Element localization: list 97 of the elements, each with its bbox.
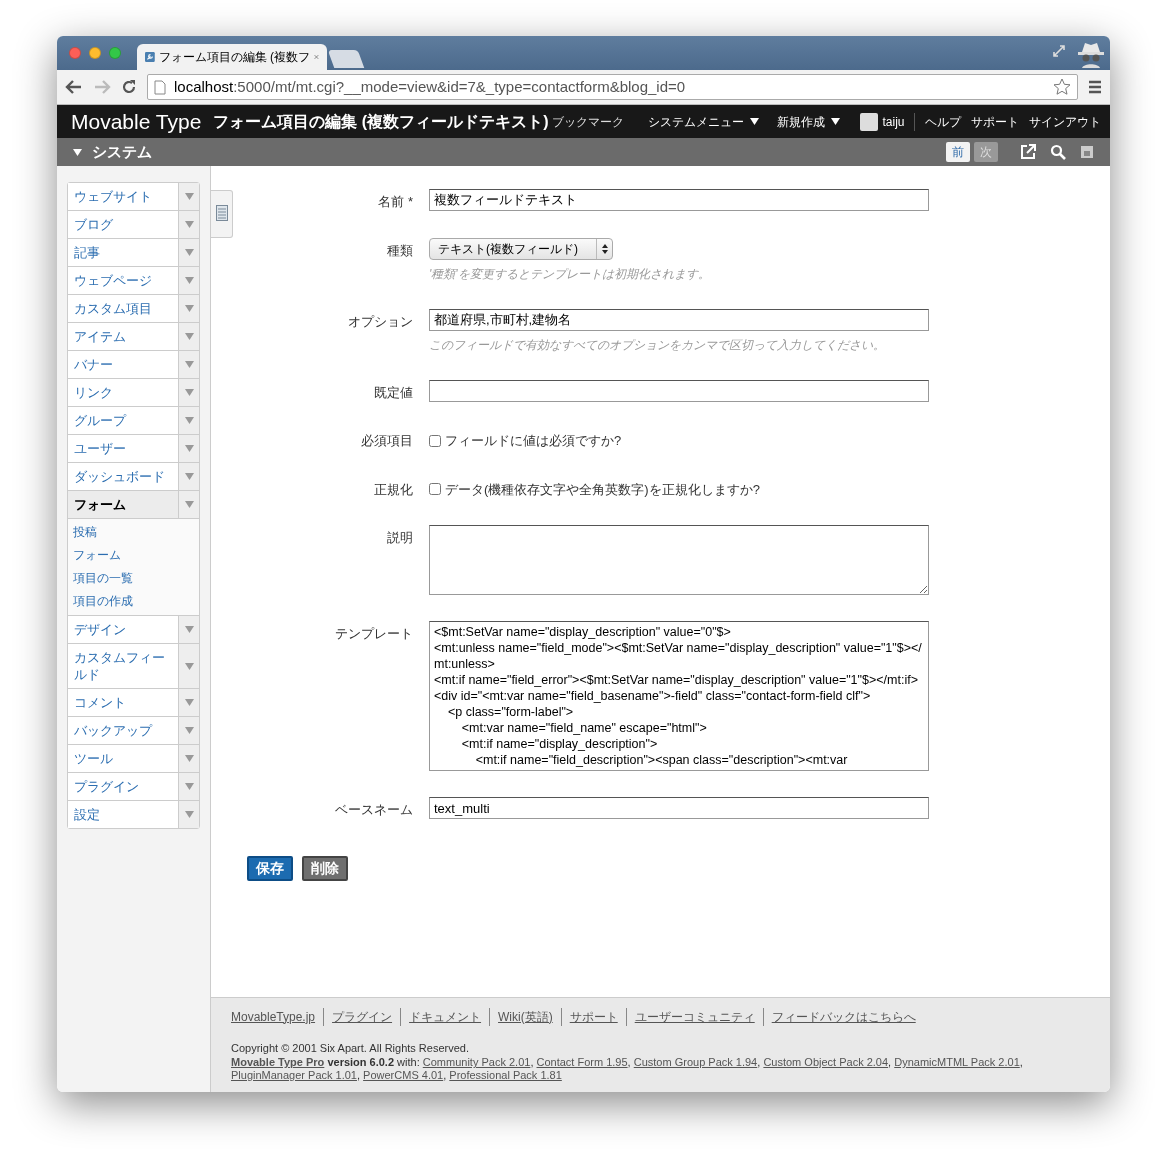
new-tab-button[interactable] [327,50,365,68]
incognito-icon [1076,40,1106,68]
field-label: 正規化 [373,480,413,499]
wrench-icon [145,49,155,65]
sidebar-menu-item[interactable]: ユーザー [68,435,199,463]
nav-menu[interactable]: システムメニュー [648,112,760,131]
field-label: 既定値 [373,383,413,402]
back-icon[interactable] [65,79,83,95]
sidebar-menu-item[interactable]: 記事 [68,239,199,267]
scope-selector[interactable]: システム [73,140,152,164]
close-icon[interactable] [314,53,319,61]
type-dropdown[interactable]: テキスト(複数フィールド) [429,237,613,260]
checkbox[interactable] [429,434,441,447]
window-control-button[interactable] [89,47,101,59]
template-editor[interactable]: <$mt:SetVar name="display_description" value="0"$> <mt:unless name="field_mode"><$mt:SetVar name="display_description" value="1"$></mt:unless> <mt:if name="field_error"><$mt:SetVar name="display_description" value="1"$></mt:if> <div id="<mt:var name="field_basename">-field" class="contact-form-field clf"> <p class="form-label"> <mt:var name="field_name" escape="html"> <mt:if name="display_description"> <mt:if name="field_description"><span class="description"><mt:var [429,621,929,771]
sidebar-menu-item[interactable]: カスタム項目 [68,295,199,323]
text-field[interactable] [429,379,929,402]
checkbox-label: データ(機種依存文字や全角英数字)を正規化しますか? [445,480,760,499]
sidebar-menu-item[interactable]: ウェブページ [68,267,199,295]
reload-icon[interactable] [121,79,137,95]
text-field[interactable]: text_multi [429,797,929,819]
footer-link[interactable]: Wiki(英語) [498,1007,562,1026]
sidebar-menu-item[interactable]: デザイン [68,616,199,644]
app-logo[interactable]: Movable Type [71,105,202,138]
copyright-text: Copyright © 2001 Six Apart. All Rights Reserved. [231,1040,470,1056]
window-control-button[interactable] [109,47,121,59]
version-info: Movable Type Pro version 6.0.2 with: Community Pack 2.01, Contact Form 1.95, Custom Group Pack 1.94, Custom Object Pack 2.04, DynamicMTML Pack 2.01, PluginManager Pack 1.01, PowerCMS 4.01, Professional Pack 1.81 [231,1056,1024,1082]
previous-button[interactable]: 前 [946,142,970,162]
user-link[interactable]: taiju [860,112,916,131]
sidebar-menu-item[interactable]: ツール [68,745,199,773]
caret-icon [750,118,760,125]
server-icon [215,205,228,221]
nav-menu[interactable]: 新規作成 [777,112,841,131]
sidebar-menu-item[interactable]: ブログ [68,211,199,239]
text-field[interactable]: 複数フィールドテキスト [429,189,929,211]
footer-link[interactable]: サポート [569,1007,627,1026]
field-label: テンプレート [334,625,413,643]
field-hint: '種類'を変更するとテンプレートは初期化されます。 [429,265,711,283]
sidebar-menu-item[interactable]: ウェブサイト [68,183,199,211]
product-link[interactable]: Movable Type Pro [231,1056,325,1068]
header-link[interactable]: サインアウト [1029,112,1102,131]
submenu-link[interactable]: 投稿 [68,521,199,544]
browser-tab[interactable]: フォーム項目の編集 (複数フ [137,44,327,70]
caret-icon [831,118,841,125]
plugin-link[interactable]: PluginManager Pack 1.01 [231,1069,357,1081]
sidebar-menu-item[interactable]: カスタムフィールド [68,644,199,689]
page-icon [154,79,166,95]
description-field[interactable] [429,525,929,595]
external-link-icon[interactable] [1020,144,1036,160]
field-label: 説明 [386,529,413,547]
caret-icon [73,148,82,156]
field-hint: このフィールドで有効なすべてのオプションをカンマで区切って入力してください。 [429,336,886,354]
field-label: 名前 * [377,193,413,211]
expand-icon[interactable] [1052,44,1066,58]
sidebar-menu-item[interactable]: 設定 [68,801,199,828]
footer-link[interactable]: ドキュメント [409,1007,491,1026]
footer-link[interactable]: フィードバックはこちらへ [771,1007,924,1026]
sidebar-tab[interactable] [211,190,233,238]
text-field[interactable]: 都道府県,市町村,建物名 [429,308,929,331]
submenu-link[interactable]: フォーム [68,544,199,567]
form-button[interactable]: 削除 [302,855,348,881]
menu-icon[interactable] [1088,80,1102,94]
sidebar-menu-item[interactable]: ダッシュボード [68,463,199,491]
star-icon[interactable] [1053,78,1071,96]
field-label: オプション [347,312,413,331]
address-bar[interactable]: localhost:5000/mt/mt.cgi?__mode=view&id=7&_type=contactform&blog_id=0 [147,74,1078,100]
tab-title: フォーム項目の編集 (複数フ [158,49,311,66]
sidebar-menu-item[interactable]: コメント [68,689,199,717]
page-title: フォーム項目の編集 (複数フィールドテキスト) [213,111,549,132]
field-label: 種類 [386,241,413,260]
footer-link[interactable]: MovableType.jp [231,1007,325,1026]
sidebar-menu-item[interactable]: プラグイン [68,773,199,801]
bookmark-link[interactable]: ブックマーク [552,112,625,131]
sidebar-menu-item[interactable]: バックアップ [68,717,199,745]
checkbox-label: フィールドに値は必須ですか? [445,432,622,450]
footer-link[interactable]: プラグイン [332,1007,402,1026]
field-label: 必須項目 [360,432,413,450]
sidebar-menu-item[interactable]: グループ [68,407,199,435]
avatar-icon [860,112,879,131]
header-link[interactable]: ヘルプ [925,112,962,131]
plugin-link[interactable]: Professional Pack 1.81 [449,1069,562,1081]
url-text: localhost:5000/mt/mt.cgi?__mode=view&id=7&_type=contactform&blog_id=0 [174,76,687,97]
checkbox[interactable] [429,483,441,496]
sidebar-menu-item[interactable]: フォーム [68,491,199,519]
submenu-link[interactable]: 項目の作成 [68,590,199,613]
form-button[interactable]: 保存 [247,855,293,881]
sidebar-menu-item[interactable]: リンク [68,379,199,407]
plugin-link[interactable]: Contact Form 1.95 [536,1056,628,1068]
lock-icon[interactable] [1080,145,1094,159]
search-icon[interactable] [1050,144,1066,160]
footer-link[interactable]: ユーザーコミュニティ [634,1007,764,1026]
field-label: ベースネーム [334,801,413,819]
sidebar-menu-item[interactable]: バナー [68,351,199,379]
header-link[interactable]: サポート [971,112,1020,131]
submenu-link[interactable]: 項目の一覧 [68,567,199,590]
sidebar-menu-item[interactable]: アイテム [68,323,199,351]
plugin-link[interactable]: DynamicMTML Pack 2.01 [894,1056,1020,1068]
